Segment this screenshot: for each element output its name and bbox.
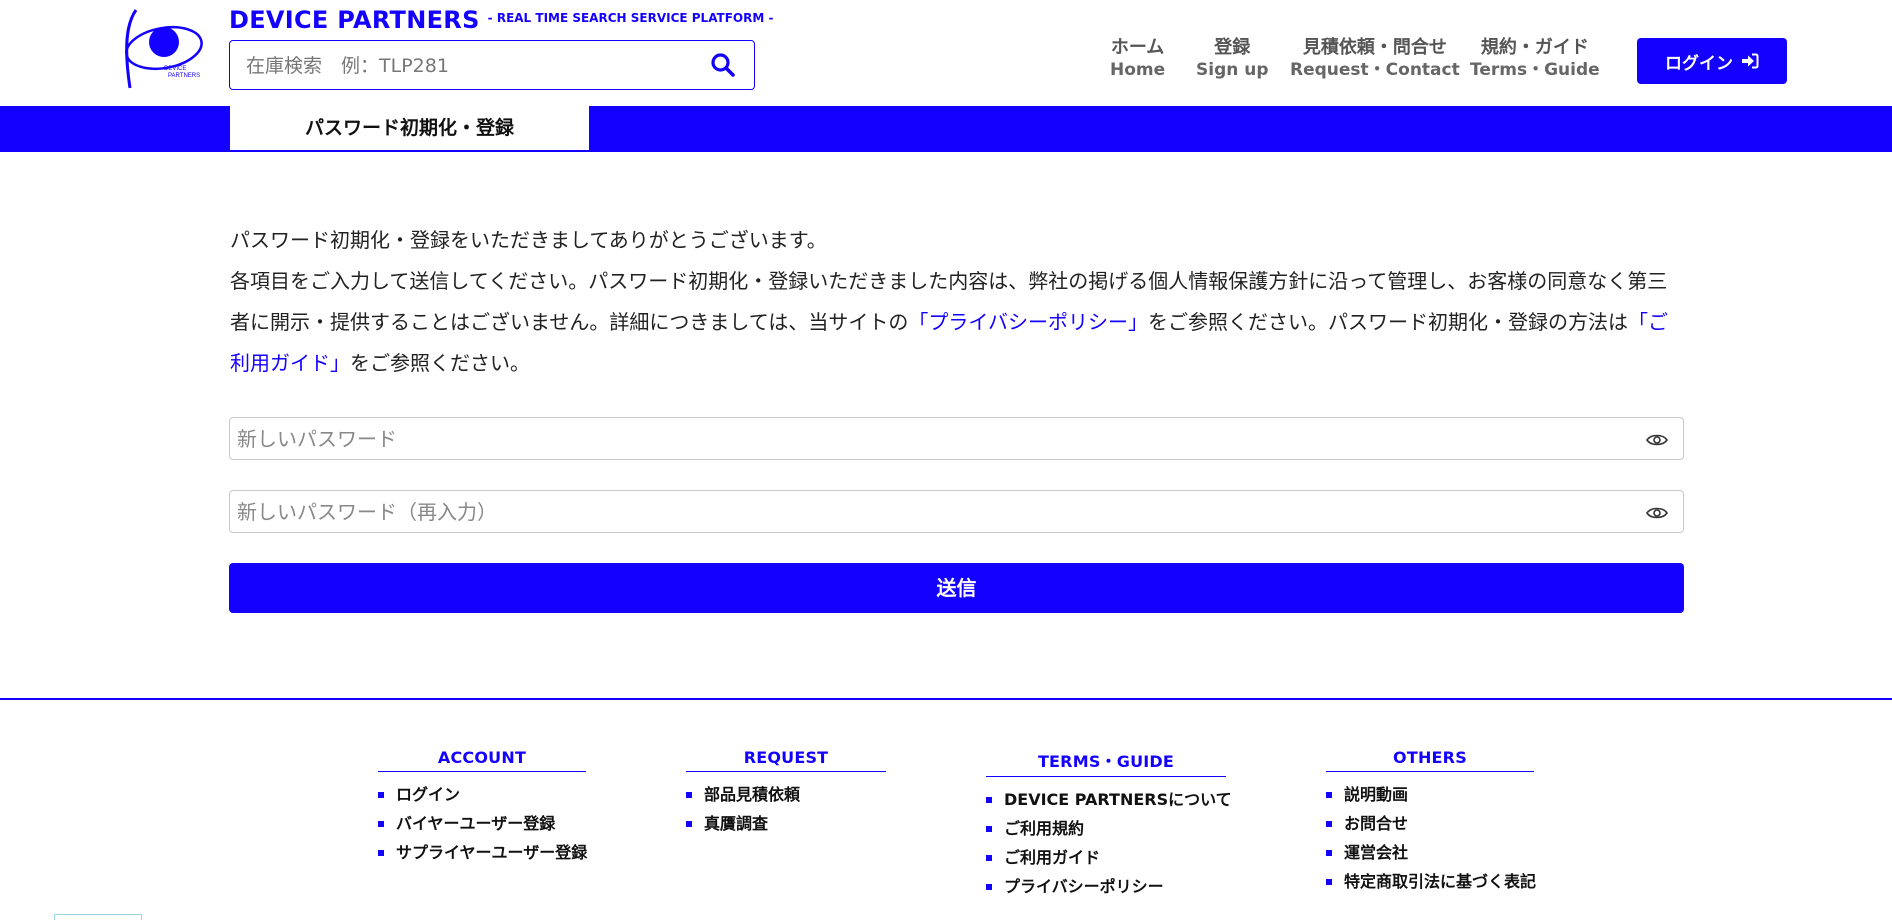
intro-text-b: をご参照ください。パスワード初期化・登録の方法は — [1148, 310, 1629, 334]
nav-request-contact[interactable]: 見積依頼・問合せ Request・Contact — [1290, 37, 1460, 81]
brand-tagline: - REAL TIME SEARCH SERVICE PLATFORM - — [487, 11, 774, 25]
eye-icon[interactable] — [1645, 431, 1669, 449]
nav-signup[interactable]: 登録 Sign up — [1196, 37, 1269, 81]
footer-link-about[interactable]: DEVICE PARTNERSについて — [986, 785, 1232, 814]
footer-link-buyer-signup[interactable]: バイヤーユーザー登録 — [378, 809, 586, 838]
footer-link-contact[interactable]: お問合せ — [1326, 809, 1534, 838]
page-title: パスワード初期化・登録 — [229, 106, 590, 151]
login-button[interactable]: ログイン — [1637, 38, 1787, 84]
submit-button[interactable]: 送信 — [229, 563, 1684, 613]
privacy-policy-link[interactable]: 「プライバシーポリシー」 — [908, 310, 1148, 334]
brand-name[interactable]: DEVICE PARTNERS - REAL TIME SEARCH SERVIC… — [229, 6, 773, 34]
footer-column-account: ACCOUNT ログイン バイヤーユーザー登録 サプライヤーユーザー登録 — [378, 748, 587, 867]
footer-link-supplier-signup[interactable]: サプライヤーユーザー登録 — [378, 838, 587, 867]
stock-search — [229, 40, 755, 90]
nav-home[interactable]: ホーム Home — [1110, 37, 1165, 81]
footer-heading-terms-guide: TERMS・GUIDE — [986, 748, 1226, 777]
nav-terms-en: Terms・Guide — [1470, 60, 1600, 80]
nav-request-jp: 見積依頼・問合せ — [1302, 37, 1447, 58]
footer-link-authenticity-check[interactable]: 真贋調査 — [686, 809, 886, 838]
corner-badge — [54, 914, 142, 920]
search-input[interactable] — [244, 49, 688, 83]
intro-paragraph: 各項目をご入力して送信してください。パスワード初期化・登録いただきました内容は、… — [230, 261, 1685, 384]
footer-link-commercial-law[interactable]: 特定商取引法に基づく表記 — [1326, 867, 1536, 896]
footer-heading-request: REQUEST — [686, 748, 886, 772]
brand-title: DEVICE PARTNERS — [229, 6, 480, 34]
footer-column-others: OTHERS 説明動画 お問合せ 運営会社 特定商取引法に基づく表記 — [1326, 748, 1536, 896]
confirm-password-field — [229, 490, 1684, 533]
logo-text-partners: PARTNERS — [168, 73, 200, 79]
footer-column-request: REQUEST 部品見積依頼 真贋調査 — [686, 748, 886, 838]
nav-signup-jp: 登録 — [1214, 37, 1251, 58]
login-label: ログイン — [1665, 53, 1733, 74]
footer-link-terms[interactable]: ご利用規約 — [986, 814, 1226, 843]
intro-line-thanks: パスワード初期化・登録をいただきましてありがとうございます。 — [230, 228, 827, 252]
logo-text-device: DEVICE — [164, 66, 186, 72]
nav-home-en: Home — [1110, 60, 1166, 80]
footer-heading-others: OTHERS — [1326, 748, 1534, 772]
footer-link-company[interactable]: 運営会社 — [1326, 838, 1534, 867]
footer-link-login[interactable]: ログイン — [378, 780, 586, 809]
intro-text-c: をご参照ください。 — [350, 351, 530, 375]
nav-signup-en: Sign up — [1196, 60, 1269, 80]
footer-column-terms-guide: TERMS・GUIDE DEVICE PARTNERSについて ご利用規約 ご利… — [986, 748, 1232, 901]
nav-terms-jp: 規約・ガイド — [1480, 37, 1589, 58]
eye-icon[interactable] — [1645, 504, 1669, 522]
new-password-field — [229, 417, 1684, 460]
new-password-input[interactable] — [235, 422, 1619, 456]
search-icon[interactable] — [710, 52, 736, 78]
footer-divider — [0, 698, 1892, 700]
intro-text: パスワード初期化・登録をいただきましてありがとうございます。 各項目をご入力して… — [230, 220, 1685, 384]
nav-terms-guide[interactable]: 規約・ガイド Terms・Guide — [1470, 37, 1600, 81]
brand-logo[interactable]: DEVICE PARTNERS — [124, 4, 204, 90]
nav-request-en: Request・Contact — [1290, 60, 1460, 80]
footer-link-privacy[interactable]: プライバシーポリシー — [986, 872, 1226, 901]
footer-heading-account: ACCOUNT — [378, 748, 586, 772]
confirm-password-input[interactable] — [235, 495, 1619, 529]
footer-link-video[interactable]: 説明動画 — [1326, 780, 1534, 809]
site-header: DEVICE PARTNERS DEVICE PARTNERS - REAL TI… — [0, 0, 1892, 106]
nav-home-jp: ホーム — [1110, 37, 1165, 58]
logo-mark-icon: DEVICE PARTNERS — [125, 9, 203, 89]
sign-in-icon — [1742, 53, 1759, 69]
footer-link-guide[interactable]: ご利用ガイド — [986, 843, 1226, 872]
footer-link-parts-quote[interactable]: 部品見積依頼 — [686, 780, 886, 809]
